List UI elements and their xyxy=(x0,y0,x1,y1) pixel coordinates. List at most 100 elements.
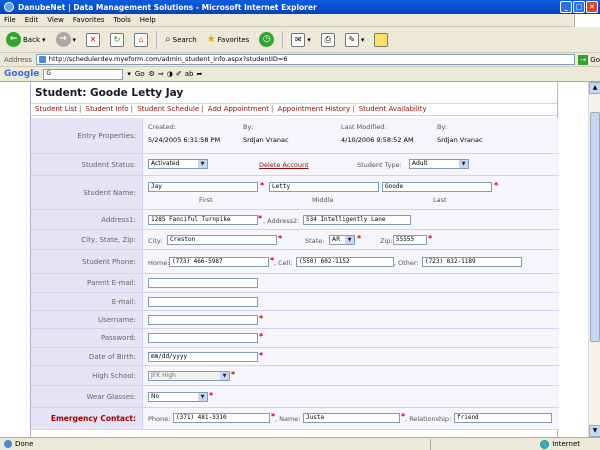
high-school-select[interactable]: JFK High ▼ xyxy=(148,371,230,381)
gear-icon[interactable]: ⚙ xyxy=(149,70,155,78)
print-icon: ⎙ xyxy=(320,32,335,47)
last-name-input[interactable]: Goode xyxy=(382,182,492,192)
menu-tools[interactable]: Tools xyxy=(114,16,131,24)
globe-icon xyxy=(540,439,550,449)
nav-appointment-history[interactable]: Appointment History xyxy=(278,105,351,113)
refresh-button[interactable]: ↻ xyxy=(108,30,126,50)
nav-student-availability[interactable]: Student Availability xyxy=(359,105,427,113)
chevron-down-icon: ▼ xyxy=(345,236,354,244)
spell-icon[interactable]: ab xyxy=(185,70,194,78)
star-icon: ★ xyxy=(206,34,216,45)
chevron-down-icon: ▼ xyxy=(220,372,229,380)
minimize-button[interactable]: _ xyxy=(560,1,572,13)
vertical-scrollbar[interactable]: ▲ ▼ xyxy=(588,82,600,437)
address-bar: Address http://schedulerdev.myeform.com/… xyxy=(0,53,600,67)
notes-button[interactable] xyxy=(372,30,390,50)
scroll-down-icon[interactable]: ▼ xyxy=(589,425,600,437)
emergency-name-input[interactable]: Justa xyxy=(303,413,400,423)
google-go-button[interactable]: Go xyxy=(135,70,145,78)
first-name-input[interactable]: Jay xyxy=(148,182,258,192)
menu-bar: File Edit View Favorites Tools Help xyxy=(0,14,600,27)
status-text: Done xyxy=(15,440,34,448)
password-row: Password: * xyxy=(31,329,559,348)
wear-glasses-select[interactable]: No ▼ xyxy=(148,392,208,402)
status-bar: Done Internet xyxy=(0,437,600,450)
edit-icon: ✎ xyxy=(344,32,359,47)
created-by-value: Srdjan Vranac xyxy=(243,136,289,144)
back-button[interactable]: ← Back ▾ xyxy=(4,30,48,50)
stop-button[interactable]: ✕ xyxy=(84,30,102,50)
highlight-icon[interactable]: ✐ xyxy=(176,70,182,78)
search-button[interactable]: ⌕ Search xyxy=(163,30,199,50)
nav-student-list[interactable]: Student List xyxy=(35,105,77,113)
middle-name-input[interactable]: Letty xyxy=(269,182,379,192)
home-button[interactable]: ⌂ xyxy=(132,30,150,50)
close-button[interactable]: ✕ xyxy=(586,1,598,13)
chevron-down-icon: ▼ xyxy=(198,393,207,401)
dob-input[interactable]: mm/dd/yyyy xyxy=(148,352,258,362)
menu-favorites[interactable]: Favorites xyxy=(73,16,105,24)
history-button[interactable]: ◷ xyxy=(257,30,276,50)
emergency-relationship-input[interactable]: friend xyxy=(454,413,552,423)
city-input[interactable]: Creston xyxy=(167,235,277,245)
student-phone-row: Student Phone: Home: (773) 466-5987 * , … xyxy=(31,250,559,274)
scroll-thumb[interactable] xyxy=(590,112,600,342)
address1-input[interactable]: 1285 Fanciful Turnpike xyxy=(148,215,258,225)
chevron-down-icon: ▼ xyxy=(198,160,207,168)
menu-file[interactable]: File xyxy=(4,16,16,24)
nav-student-info[interactable]: Student Info xyxy=(86,105,129,113)
google-toolbar-icons: ⚙ ⇒ ◑ ✐ ab ➦ xyxy=(149,70,203,78)
print-button[interactable]: ⎙ xyxy=(319,30,337,50)
ie-icon xyxy=(4,2,14,12)
pagerank-icon[interactable]: ◑ xyxy=(167,70,173,78)
send-icon[interactable]: ➦ xyxy=(197,70,203,78)
username-input[interactable] xyxy=(148,315,258,325)
mail-button[interactable]: ✉ ▾ xyxy=(289,30,313,50)
student-status-select[interactable]: Activated ▼ xyxy=(148,159,208,169)
email-row: E-mail: xyxy=(31,293,559,311)
menu-view[interactable]: View xyxy=(47,16,64,24)
search-icon: ⌕ xyxy=(165,34,171,45)
menu-help[interactable]: Help xyxy=(140,16,156,24)
password-input[interactable] xyxy=(148,333,258,343)
page-title: Student: Goode Letty Jay xyxy=(31,82,557,104)
google-search-input[interactable]: G xyxy=(43,68,124,80)
student-type-select[interactable]: Adult ▼ xyxy=(409,159,469,169)
state-select[interactable]: AR ▼ xyxy=(329,235,355,245)
other-phone-input[interactable]: (723) 832-1189 xyxy=(422,257,522,267)
entry-properties-row: Entry Properties: Created: 5/24/2005 6:3… xyxy=(31,118,559,154)
edit-button[interactable]: ✎ ▾ xyxy=(343,30,367,50)
forward-button[interactable]: → ▾ xyxy=(54,30,79,50)
delete-account-link[interactable]: Delete Account xyxy=(259,161,309,169)
maximize-button[interactable]: □ xyxy=(573,1,585,13)
high-school-row: High School: JFK High ▼ * xyxy=(31,366,559,386)
parent-email-input[interactable] xyxy=(148,278,258,288)
address-input[interactable]: http://schedulerdev.myeform.com/admin_st… xyxy=(35,54,576,65)
go-button[interactable]: → Go xyxy=(578,54,600,65)
windows-logo xyxy=(574,14,600,27)
google-logo: Google xyxy=(4,69,40,79)
favorites-button[interactable]: ★ Favorites xyxy=(205,30,252,50)
emergency-contact-row: Emergency Contact: Phone: (371) 481-3310… xyxy=(31,408,559,430)
emergency-phone-input[interactable]: (371) 481-3310 xyxy=(173,413,270,423)
nav-add-appointment[interactable]: Add Appointment xyxy=(208,105,269,113)
menu-edit[interactable]: Edit xyxy=(25,16,39,24)
refresh-icon: ↻ xyxy=(110,32,125,47)
zip-input[interactable]: 55555 xyxy=(393,235,427,245)
toolbar-divider xyxy=(156,30,158,49)
email-input[interactable] xyxy=(148,297,258,307)
google-dropdown-icon[interactable]: ▾ xyxy=(127,70,131,78)
arrow-icon[interactable]: ⇒ xyxy=(158,70,164,78)
modified-value: 4/10/2006 9:58:52 AM xyxy=(341,136,414,144)
parent-email-row: Parent E-mail: xyxy=(31,274,559,293)
address2-input[interactable]: 534 Intelligently Lane xyxy=(303,215,411,225)
dob-row: Date of Birth: mm/dd/yyyy * xyxy=(31,348,559,366)
history-icon: ◷ xyxy=(259,32,275,47)
home-phone-input[interactable]: (773) 466-5987 xyxy=(169,257,269,267)
cell-phone-input[interactable]: (550) 602-1152 xyxy=(296,257,394,267)
toolbar: ← Back ▾ → ▾ ✕ ↻ ⌂ ⌕ Search ★ Favorites ◷ ✉ ▾ … xyxy=(0,27,600,53)
scroll-up-icon[interactable]: ▲ xyxy=(589,82,600,94)
nav-student-schedule[interactable]: Student Schedule xyxy=(137,105,199,113)
city-state-zip-row: City, State, Zip: City: Creston * State:… xyxy=(31,230,559,250)
forward-arrow-icon: → xyxy=(55,32,71,47)
